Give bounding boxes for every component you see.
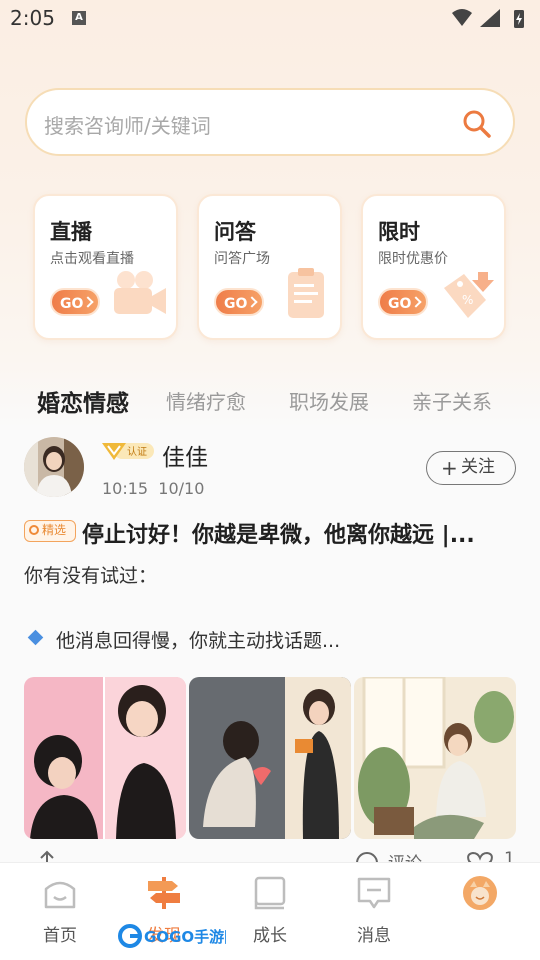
- card-live[interactable]: 直播 点击观看直播 GO: [33, 194, 178, 340]
- search-icon[interactable]: [461, 108, 493, 140]
- post-actions: 评论 1: [0, 840, 540, 862]
- post-paragraph: 你有没有试过：: [24, 565, 158, 587]
- watermark-logo: GOGO手游网: [118, 924, 226, 948]
- location-pin-icon: [29, 525, 39, 535]
- follow-button[interactable]: + 关注: [426, 451, 516, 485]
- nav-messages[interactable]: 消息: [320, 863, 428, 960]
- author-name[interactable]: 佳佳: [162, 438, 208, 472]
- svg-text:%: %: [462, 293, 473, 307]
- card-subtitle: 点击观看直播: [50, 251, 134, 267]
- post-title[interactable]: 停止讨好！你越是卑微，他离你越远 |...: [82, 517, 502, 549]
- chevron-right-icon: [410, 296, 422, 308]
- card-title: 限时: [378, 220, 420, 244]
- card-qa[interactable]: 问答 问答广场 GO: [197, 194, 342, 340]
- badge-label: 认证: [127, 445, 147, 458]
- comment-icon[interactable]: [354, 850, 380, 862]
- chevron-right-icon: [246, 296, 258, 308]
- card-limited[interactable]: 限时 限时优惠价 GO %: [361, 194, 506, 340]
- go-button[interactable]: GO: [50, 288, 100, 316]
- nav-label: 成长: [253, 926, 287, 946]
- discount-tag-icon: %: [444, 272, 494, 318]
- book-icon: [254, 876, 286, 910]
- profile-avatar-icon: [463, 876, 497, 910]
- search-input[interactable]: 搜索咨询师/关键词: [44, 110, 211, 139]
- category-tabs: 婚恋情感 情绪疗愈 职场发展 亲子关系: [0, 380, 540, 420]
- post-paragraph: 他消息回得慢，你就主动找话题...: [56, 630, 341, 652]
- status-bar: 2:05 A: [0, 0, 540, 36]
- watermark-text: GOGO手游网: [144, 928, 226, 946]
- card-title: 直播: [50, 220, 92, 244]
- system-status-icons: [452, 9, 524, 28]
- post-image[interactable]: [354, 677, 516, 839]
- tab-emotional-healing[interactable]: 情绪疗愈: [166, 386, 246, 415]
- video-camera-icon: [114, 271, 166, 314]
- status-time: 2:05: [10, 6, 55, 30]
- comment-label[interactable]: 评论: [388, 849, 422, 862]
- tab-parenting[interactable]: 亲子关系: [412, 386, 492, 415]
- message-icon: [357, 877, 391, 909]
- avatar[interactable]: [24, 437, 84, 497]
- share-icon[interactable]: [36, 850, 58, 862]
- like-icon[interactable]: [466, 850, 494, 862]
- clipboard-icon: [288, 268, 324, 318]
- nav-home[interactable]: 首页: [6, 863, 114, 960]
- verified-badge-icon: 认证: [102, 443, 154, 460]
- nav-label: 消息: [357, 926, 391, 946]
- go-button[interactable]: GO: [214, 288, 264, 316]
- like-count: 1: [504, 849, 515, 862]
- notification-icon: A: [72, 11, 86, 25]
- post-image[interactable]: [24, 677, 186, 839]
- signpost-icon: [148, 877, 180, 909]
- wifi-icon: [452, 9, 472, 26]
- post-image[interactable]: [189, 677, 351, 839]
- plus-icon: +: [441, 456, 458, 480]
- nav-profile[interactable]: [426, 863, 534, 960]
- search-bar[interactable]: 搜索咨询师/关键词: [25, 88, 515, 156]
- tab-marriage-love[interactable]: 婚恋情感: [37, 384, 129, 418]
- chevron-right-icon: [82, 296, 94, 308]
- card-subtitle: 限时优惠价: [378, 251, 448, 267]
- go-button[interactable]: GO: [378, 288, 428, 316]
- card-subtitle: 问答广场: [214, 251, 270, 267]
- nav-label: 首页: [43, 926, 77, 946]
- follow-label: 关注: [461, 457, 495, 477]
- home-icon: [44, 881, 76, 909]
- signal-icon: [480, 9, 500, 27]
- nav-growth[interactable]: 成长: [216, 863, 324, 960]
- post-time: 10:15 10/10: [102, 479, 205, 498]
- diamond-bullet-icon: [27, 629, 44, 646]
- tab-career[interactable]: 职场发展: [289, 386, 369, 415]
- featured-tag: 精选: [24, 520, 76, 542]
- bottom-navigation: 首页 发现 成长 消息: [0, 862, 540, 960]
- card-title: 问答: [214, 220, 256, 244]
